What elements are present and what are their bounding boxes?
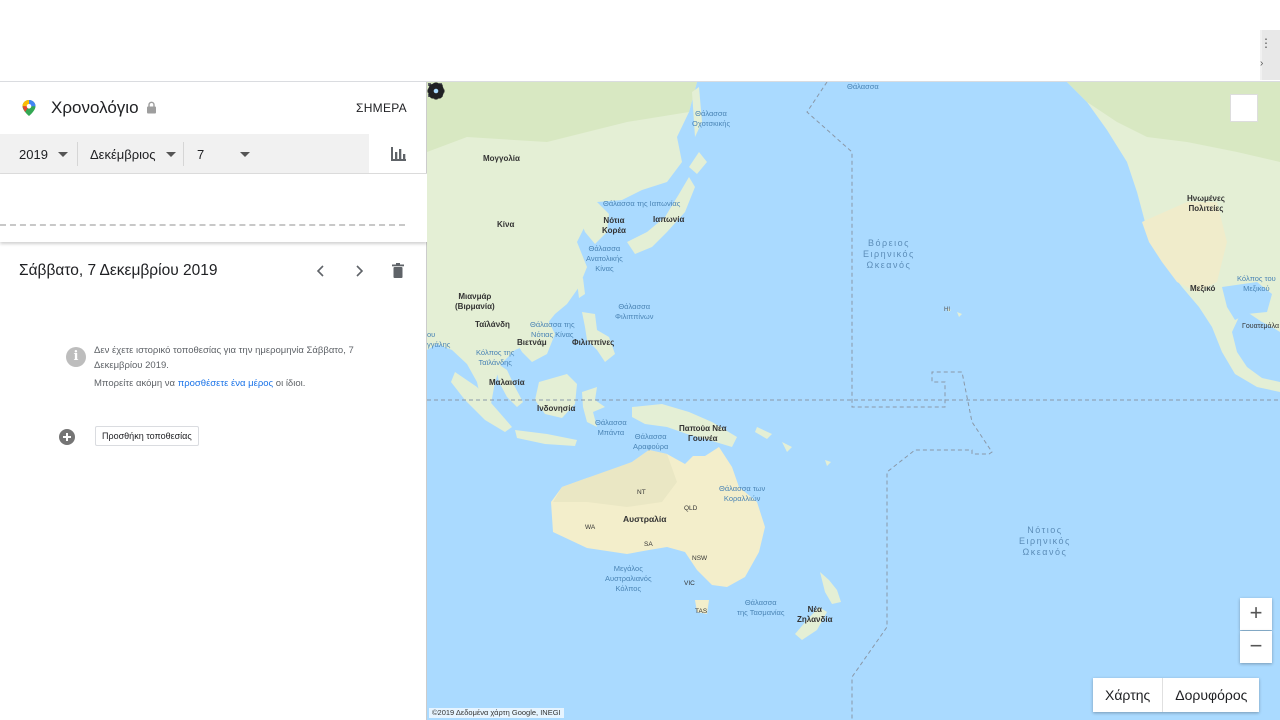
label-png: Παπούα Νέα Γουινέα xyxy=(679,424,727,443)
label-mongolia: Μογγολία xyxy=(483,154,520,163)
map-copyright: ©2019 Δεδομένα χάρτη Google, INEGI xyxy=(429,708,564,718)
label-japan: Ιαπωνία xyxy=(653,215,685,224)
zoom-in-button[interactable]: + xyxy=(1240,598,1272,630)
label-indonesia: Ινδονησία xyxy=(537,404,576,413)
trash-icon xyxy=(393,267,403,278)
hint-text-after: οι ίδιοι. xyxy=(273,378,306,389)
label-vic: VIC xyxy=(684,580,695,587)
label-philippine-sea: Θάλασσα Φιλιππίνων xyxy=(615,302,654,321)
browser-top-area: ⋮ › xyxy=(0,0,1280,82)
chevron-down-icon xyxy=(240,151,251,157)
label-arafura: Θάλασσα Αραφούρα xyxy=(633,432,669,451)
more-vert-icon[interactable]: ⋮ xyxy=(1260,36,1272,50)
label-banda-sea: Θάλασσα Μπάντα xyxy=(595,418,627,437)
add-place-button[interactable]: Προσθήκη τοποθεσίας xyxy=(95,426,199,446)
zoom-out-button[interactable]: − xyxy=(1240,631,1272,663)
map-shapes xyxy=(427,82,1280,720)
chevron-left-icon xyxy=(316,265,324,277)
next-day-button[interactable] xyxy=(351,262,367,280)
label-china: Κίνα xyxy=(497,220,515,229)
label-gulf-thailand: Κόλπος της Ταϊλάνδης xyxy=(476,348,515,367)
date-selector-row: 2019 Δεκέμβριος 7 xyxy=(0,134,427,174)
gear-icon[interactable] xyxy=(427,82,445,100)
right-scroll-rail[interactable]: ⋮ › xyxy=(1260,30,1280,80)
label-east-china-sea: Θάλασσα Ανατολικής Κίνας xyxy=(586,244,623,273)
timeline-panel: Χρονολόγιο ΣΗΜΕΡΑ 2019 Δεκέμβριος 7 Σάββ… xyxy=(0,82,427,720)
chevron-right-icon xyxy=(356,265,364,277)
label-myanmar: Μιανμάρ (Βιρμανία) xyxy=(455,292,495,311)
label-mexico: Μεξικό xyxy=(1190,284,1216,293)
label-bering-sea: Θάλασσα xyxy=(847,82,879,91)
label-tasman-sea: Θάλασσα της Τασμανίας xyxy=(737,598,785,617)
label-malaysia: Μαλαισία xyxy=(489,378,525,387)
label-guatemala: Γουατεμάλα xyxy=(1242,323,1280,330)
date-fields: 2019 Δεκέμβριος 7 xyxy=(0,134,369,174)
stats-chart-button[interactable] xyxy=(369,134,427,174)
international-date-line xyxy=(806,82,993,720)
divider xyxy=(183,142,184,166)
delete-day-button[interactable] xyxy=(390,262,406,280)
label-south-korea: Νότια Κορέα xyxy=(602,216,626,235)
year-value: 2019 xyxy=(19,146,48,162)
divider xyxy=(77,142,78,166)
label-nsw: NSW xyxy=(692,555,708,562)
day-title: Σάββατο, 7 Δεκεμβρίου 2019 xyxy=(19,262,218,279)
timeline-strip[interactable] xyxy=(0,174,427,242)
chevron-down-icon xyxy=(165,151,176,157)
label-australia: Αυστραλία xyxy=(623,514,667,524)
day-dropdown[interactable]: 7 xyxy=(197,134,251,174)
label-coral-sea: Θάλασσα των Κοραλλιών xyxy=(719,484,766,503)
map-type-switcher: Χάρτης Δορυφόρος xyxy=(1093,678,1260,712)
label-usa: Ηνωμένες Πολιτείες xyxy=(1187,194,1225,213)
day-value: 7 xyxy=(197,146,205,162)
google-maps-logo-icon xyxy=(22,100,36,116)
label-philippines: Φιλιππίνες xyxy=(572,338,615,347)
label-qld: QLD xyxy=(684,505,698,512)
bar-chart-icon xyxy=(390,146,406,161)
label-wa: WA xyxy=(585,524,596,531)
label-sa: SA xyxy=(644,541,653,548)
map-view-button[interactable]: Χάρτης xyxy=(1093,678,1162,712)
label-bay-of-bengal: ου γγάλης xyxy=(427,330,451,349)
month-dropdown[interactable]: Δεκέμβριος xyxy=(90,134,176,174)
map-canvas[interactable]: Μογγολία Κίνα Νότια Κορέα Ιαπωνία Θάλασσ… xyxy=(427,82,1280,720)
empty-timeline-line xyxy=(0,224,405,226)
label-new-zealand: Νέα Ζηλανδία xyxy=(797,605,833,624)
label-gulf-of-mexico: Κόλπος του Μεξικού xyxy=(1237,274,1276,293)
hint-text-before: Μπορείτε ακόμη να xyxy=(94,378,178,389)
label-hawaii: HI xyxy=(944,307,950,313)
label-south-china-sea: Θάλασσα της Νότιας Κίνας xyxy=(530,320,575,339)
chevron-right-icon[interactable]: › xyxy=(1260,58,1268,69)
add-place-hint: Μπορείτε ακόμη να προσθέσετε ένα μέρος ο… xyxy=(94,378,394,389)
lock-icon xyxy=(147,101,156,114)
label-thailand: Ταϊλάνδη xyxy=(475,320,510,329)
label-okhotsk: Θάλασσα Οχοτσκικής xyxy=(692,109,731,128)
previous-day-button[interactable] xyxy=(313,262,329,280)
no-history-message: Δεν έχετε ιστορικό τοποθεσίας για την ημ… xyxy=(94,345,354,371)
panel-header: Χρονολόγιο ΣΗΜΕΡΑ xyxy=(0,82,427,134)
page-title: Χρονολόγιο xyxy=(51,98,139,117)
month-value: Δεκέμβριος xyxy=(90,146,156,162)
label-south-pacific: Νότιος Ειρηνικός Ωκεανός xyxy=(1019,525,1071,557)
satellite-view-button[interactable]: Δορυφόρος xyxy=(1162,678,1259,712)
account-avatar[interactable] xyxy=(1230,94,1258,122)
year-dropdown[interactable]: 2019 xyxy=(19,134,68,174)
today-button[interactable]: ΣΗΜΕΡΑ xyxy=(356,101,407,115)
chevron-down-icon xyxy=(57,151,68,157)
add-place-link[interactable]: προσθέσετε ένα μέρος xyxy=(178,378,273,389)
label-tas: TAS xyxy=(695,608,708,615)
info-icon: i xyxy=(66,347,86,367)
label-nt: NT xyxy=(637,489,646,496)
label-north-pacific: Βόρειος Ειρηνικός Ωκεανός xyxy=(863,238,915,270)
add-circle-icon[interactable] xyxy=(59,429,75,445)
label-sea-of-japan: Θάλασσα της Ιαπωνίας xyxy=(603,199,681,208)
label-great-australian-bight: Μεγάλος Αυστραλιανός Κόλπος xyxy=(605,564,652,593)
